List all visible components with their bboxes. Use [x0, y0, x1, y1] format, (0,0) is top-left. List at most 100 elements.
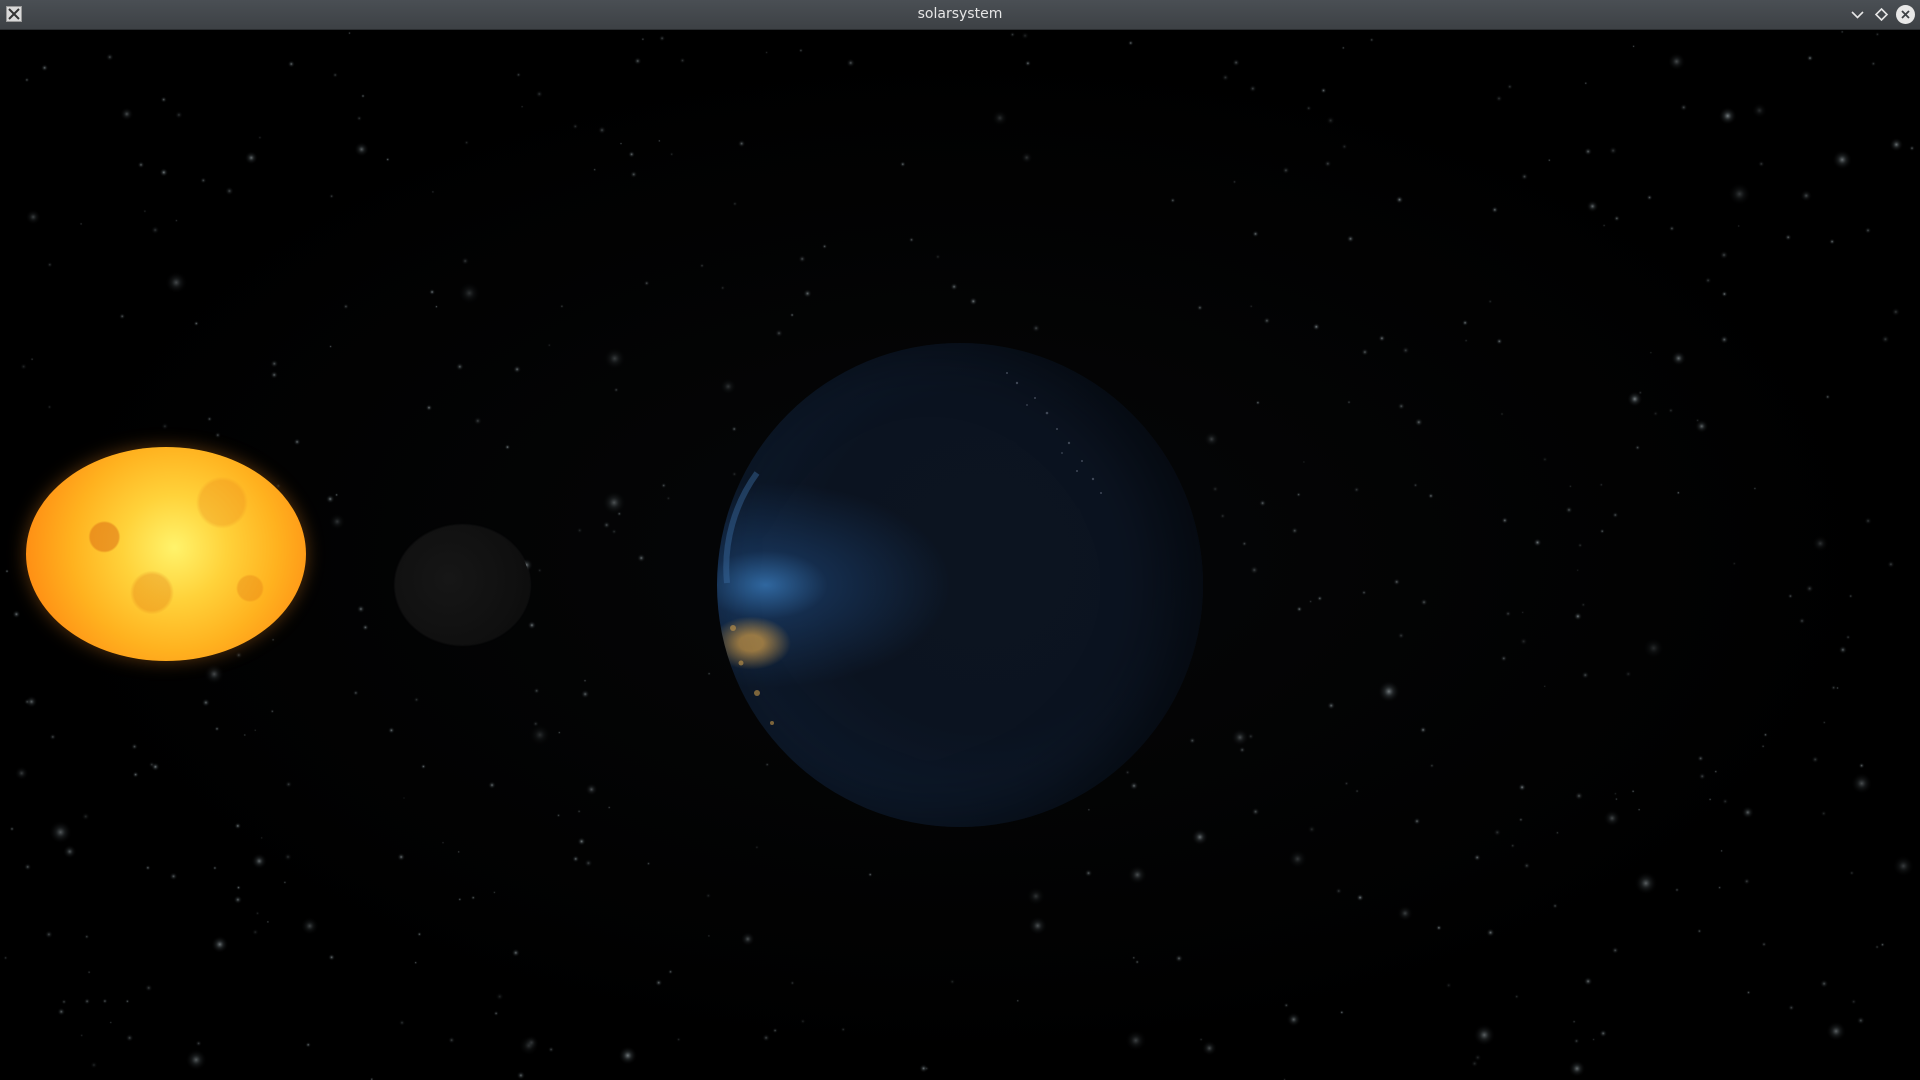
star [1634, 871, 1658, 895]
star [495, 992, 504, 1001]
star [159, 168, 169, 177]
star [1377, 680, 1401, 703]
star [1204, 431, 1220, 447]
star [1634, 444, 1641, 451]
star [413, 960, 418, 965]
star [385, 157, 390, 162]
star [325, 494, 335, 504]
star [200, 177, 207, 184]
star [1864, 517, 1872, 525]
star [764, 762, 770, 767]
star [125, 1033, 134, 1042]
star [1694, 419, 1709, 434]
star [597, 125, 607, 135]
star [1125, 1030, 1147, 1051]
star [511, 948, 521, 958]
sun [26, 447, 306, 661]
star [1719, 335, 1729, 344]
star [1124, 769, 1131, 776]
star [1642, 637, 1665, 659]
star [305, 1041, 312, 1048]
star [1495, 94, 1503, 103]
star [285, 780, 293, 788]
x-window-icon[interactable] [6, 6, 22, 22]
star [515, 72, 522, 78]
earth [717, 343, 1203, 827]
render-viewport[interactable] [0, 30, 1920, 1080]
star [328, 953, 336, 961]
star [1599, 482, 1604, 487]
star [1031, 323, 1041, 333]
star [619, 142, 623, 146]
maximize-button[interactable] [1872, 5, 1891, 24]
star [1020, 151, 1033, 164]
star [1232, 58, 1240, 67]
star [1798, 617, 1806, 625]
star [1845, 634, 1851, 640]
minimize-button[interactable] [1848, 5, 1867, 24]
chevron-down-icon [1851, 11, 1864, 19]
star [630, 170, 638, 179]
star [1572, 1019, 1577, 1024]
star [1341, 143, 1348, 150]
star [1308, 599, 1313, 604]
star [125, 999, 130, 1004]
star [602, 490, 626, 515]
star [969, 297, 978, 306]
star [1825, 394, 1831, 400]
star [283, 880, 287, 885]
star [1520, 172, 1529, 181]
star [1668, 225, 1675, 232]
star [707, 934, 711, 938]
star [1221, 73, 1230, 82]
star [669, 152, 674, 157]
close-button[interactable] [1896, 5, 1915, 24]
star [1599, 1029, 1608, 1038]
star [251, 853, 267, 869]
star [354, 141, 370, 157]
star [731, 426, 738, 432]
star [789, 980, 795, 986]
star [1576, 568, 1580, 572]
star [260, 836, 264, 840]
star [924, 1065, 930, 1072]
star [119, 313, 126, 320]
star [764, 50, 769, 55]
star [1840, 30, 1845, 34]
star [347, 31, 352, 35]
star [332, 72, 339, 78]
star [150, 225, 160, 235]
star [143, 209, 147, 214]
star [1518, 817, 1524, 823]
star [1856, 1016, 1866, 1025]
star [740, 931, 756, 947]
star [334, 492, 339, 497]
star [1521, 610, 1525, 615]
star [1849, 870, 1855, 876]
star [840, 1027, 846, 1032]
star [30, 357, 34, 362]
star [1361, 589, 1367, 596]
star [1514, 994, 1520, 1000]
star [774, 329, 784, 338]
star [1603, 809, 1621, 827]
star [434, 304, 439, 309]
star [535, 90, 544, 98]
star [705, 892, 712, 899]
star [1892, 855, 1915, 877]
star [1547, 158, 1552, 162]
star [803, 289, 812, 298]
star [679, 57, 686, 64]
star [529, 724, 551, 746]
star [654, 978, 663, 987]
star [846, 58, 856, 68]
star [417, 931, 422, 937]
star [25, 695, 38, 708]
star [547, 1046, 555, 1053]
star [1880, 942, 1885, 948]
star [1826, 1021, 1847, 1042]
title-bar[interactable]: solarsystem [0, 0, 1920, 30]
star [950, 282, 959, 291]
star [754, 845, 760, 850]
star [328, 344, 333, 349]
